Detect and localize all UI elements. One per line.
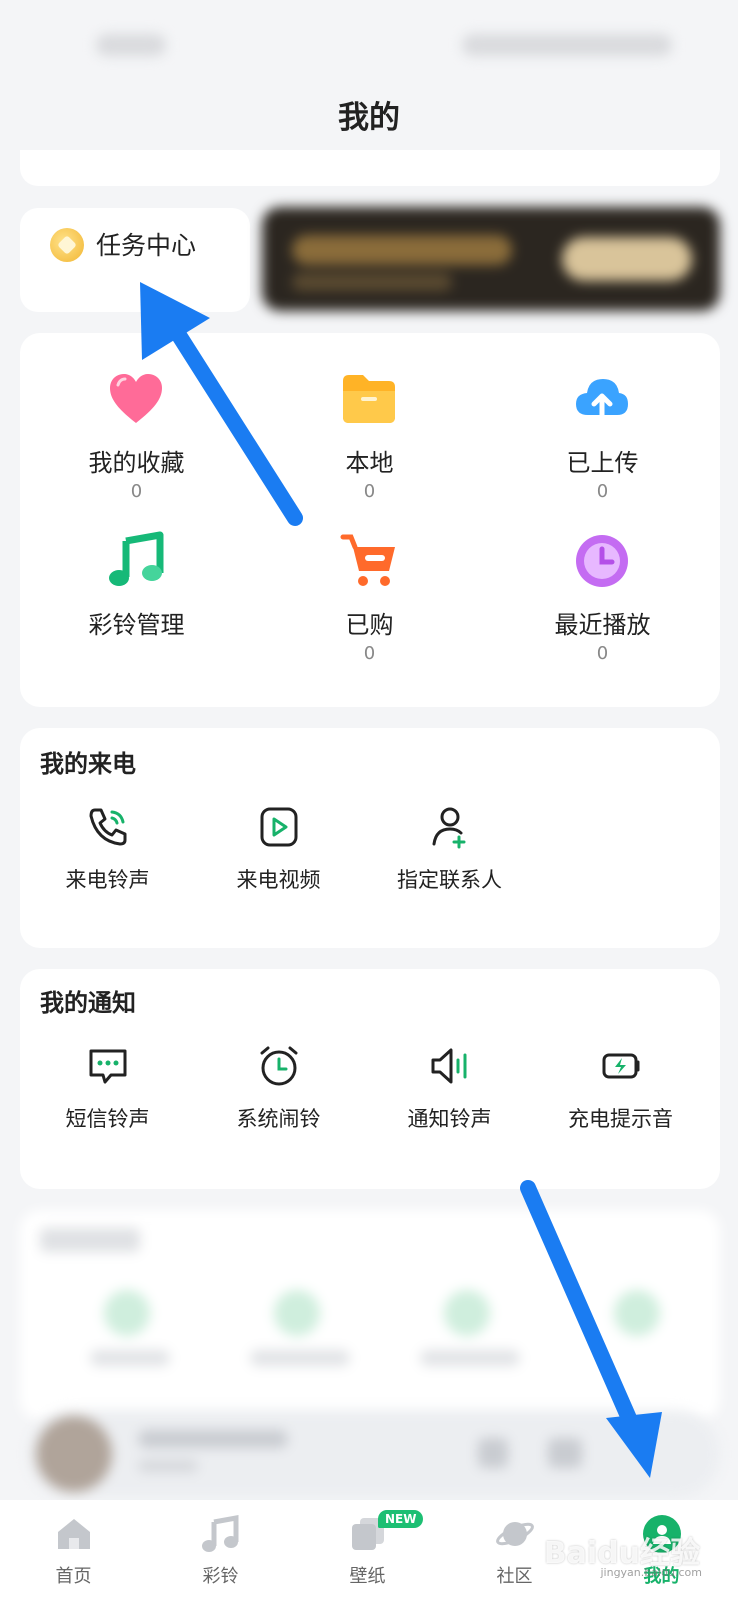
tab-wallpaper[interactable]: NEW 壁纸 [294,1510,441,1588]
call-item-label: 来电视频 [236,868,321,892]
heart-icon [110,374,162,423]
library-item-count: 0 [130,481,143,502]
speaker-icon [431,1048,467,1084]
section-title: 我的来电 [40,750,136,778]
library-item-ringtone-manage[interactable]: 彩铃管理 [20,531,253,671]
library-card: 我的收藏 0 本地 0 已上传 0 彩铃管理 已购 0 最近播放 0 [20,333,720,707]
library-item-count: 0 [596,643,609,664]
library-item-local[interactable]: 本地 0 [253,369,486,509]
library-item-label: 本地 [345,449,394,477]
coin-icon [50,228,84,262]
page-title: 我的 [338,100,400,136]
playlist-button[interactable] [548,1438,582,1468]
library-item-label: 已购 [345,611,394,639]
cart-icon [340,534,395,586]
play-button[interactable] [478,1438,508,1468]
add-contact-icon [432,807,466,849]
home-icon [57,1519,90,1549]
library-item-label: 我的收藏 [88,449,185,477]
battery-charge-icon [602,1053,640,1079]
tab-label: 壁纸 [349,1566,386,1587]
status-bar [0,0,738,90]
notify-item-label: 通知铃声 [407,1107,492,1131]
video-play-icon [260,807,298,847]
library-item-label: 彩铃管理 [88,611,185,639]
cloud-upload-icon [576,379,628,422]
music-note-icon [109,531,164,586]
library-item-label: 最近播放 [554,611,651,639]
call-item-label: 来电铃声 [65,868,150,892]
clock-icon [576,535,628,587]
library-item-count: 0 [363,481,376,502]
notify-item-label: 充电提示音 [568,1107,673,1131]
task-center-label: 任务中心 [96,231,197,260]
tab-home[interactable]: 首页 [0,1514,147,1588]
notifications-card: 我的通知 短信铃声 系统闹铃 通知铃声 充电提示音 [20,969,720,1189]
tab-label: 首页 [55,1566,92,1587]
planet-icon [495,1522,534,1546]
album-art [36,1416,112,1492]
message-icon [89,1049,127,1084]
tab-label: 彩铃 [202,1566,239,1587]
incoming-call-card: 我的来电 来电铃声 来电视频 指定联系人 [20,728,720,948]
folder-icon [343,375,395,423]
task-center-button[interactable]: 任务中心 [20,208,250,312]
new-badge: NEW [378,1510,424,1528]
library-item-purchased[interactable]: 已购 0 [253,531,486,671]
section-title: 我的通知 [40,989,136,1017]
library-item-label: 已上传 [566,449,639,477]
library-item-count: 0 [596,481,609,502]
promo-banner[interactable] [262,207,720,311]
library-item-recent[interactable]: 最近播放 0 [486,531,719,671]
call-item-label: 指定联系人 [397,868,502,892]
header-strip [20,150,720,186]
phone-ring-icon [89,808,127,846]
alarm-clock-icon [260,1046,298,1086]
library-item-favorites[interactable]: 我的收藏 0 [20,369,253,509]
notify-item-label: 短信铃声 [65,1107,150,1131]
library-item-uploaded[interactable]: 已上传 0 [486,369,719,509]
notify-item-label: 系统闹铃 [236,1107,321,1131]
mini-player[interactable] [28,1410,720,1498]
tab-ringtone[interactable]: 彩铃 [147,1514,294,1588]
blurred-section [20,1210,720,1420]
music-icon [201,1515,238,1552]
library-item-count: 0 [363,643,376,664]
watermark-url: jingyan.baidu.com [600,1566,702,1579]
